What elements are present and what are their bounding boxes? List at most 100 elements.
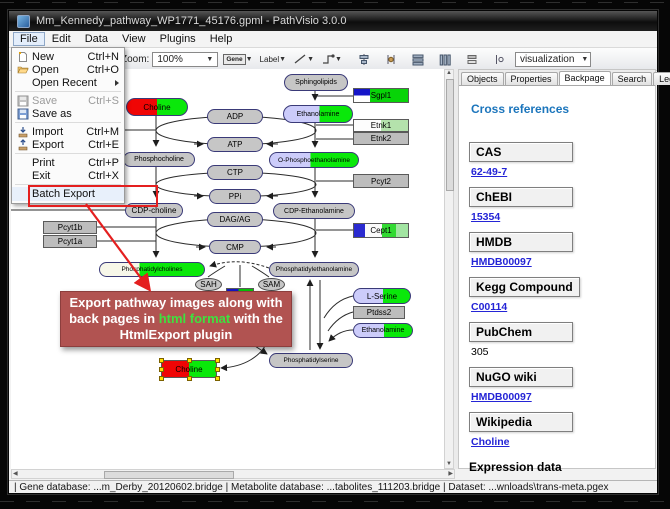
pathway-node-choline[interactable]: Choline bbox=[126, 98, 188, 116]
pathway-node-ptdss2[interactable]: Ptdss2 bbox=[353, 306, 405, 319]
tab-backpage[interactable]: Backpage bbox=[559, 71, 611, 85]
xref-source-label: PubChem bbox=[469, 322, 573, 342]
node-label: ATP bbox=[228, 140, 243, 149]
pathway-node-cmp[interactable]: CMP bbox=[209, 240, 261, 254]
selection-handle[interactable] bbox=[159, 358, 164, 363]
file-menu-item-save[interactable]: SaveCtrl+S bbox=[12, 94, 124, 107]
saveas-icon bbox=[15, 108, 30, 120]
menu-view[interactable]: View bbox=[115, 32, 153, 46]
xref-link[interactable]: HMDB00097 bbox=[471, 256, 645, 268]
menu-item-label: Exit bbox=[30, 170, 50, 182]
vertical-scroll-thumb[interactable] bbox=[446, 79, 454, 191]
menu-item-label: Save as bbox=[30, 108, 72, 120]
stack-columns-icon bbox=[438, 53, 452, 66]
submenu-arrow-icon bbox=[115, 80, 119, 86]
file-menu-item-new[interactable]: NewCtrl+N bbox=[12, 50, 124, 63]
xref-link[interactable]: Choline bbox=[471, 436, 645, 448]
file-menu-item-print[interactable]: PrintCtrl+P bbox=[12, 156, 124, 169]
tab-objects[interactable]: Objects bbox=[461, 72, 504, 85]
menu-edit[interactable]: Edit bbox=[45, 32, 78, 46]
zoom-combobox[interactable]: 100%▼ bbox=[152, 52, 218, 67]
stack-columns-button[interactable] bbox=[436, 51, 454, 68]
file-menu-item-export[interactable]: ExportCtrl+E bbox=[12, 138, 124, 151]
pathway-node-cdp-choline[interactable]: CDP-choline bbox=[125, 203, 183, 218]
file-menu-item-import[interactable]: ImportCtrl+M bbox=[12, 125, 124, 138]
file-menu-item-open-recent[interactable]: Open Recent bbox=[12, 76, 124, 89]
bracket-button[interactable] bbox=[490, 51, 508, 68]
connector-icon bbox=[321, 53, 335, 65]
menu-data[interactable]: Data bbox=[78, 32, 115, 46]
scroll-left-icon[interactable]: ◀ bbox=[13, 471, 18, 478]
pathway-node-choline[interactable]: Choline bbox=[161, 360, 217, 378]
pathway-node-phosphatidylcholines[interactable]: Phosphatidylcholines bbox=[99, 262, 205, 277]
align-stack-button[interactable] bbox=[463, 51, 481, 68]
pathway-node-sam[interactable]: SAM bbox=[258, 278, 285, 291]
selection-handle[interactable] bbox=[187, 376, 192, 381]
xref-link[interactable]: 15354 bbox=[471, 211, 645, 223]
tab-properties[interactable]: Properties bbox=[505, 72, 558, 85]
file-menu-item-save-as[interactable]: Save as bbox=[12, 107, 124, 120]
connector-tool-button[interactable]: ▼ bbox=[319, 51, 344, 68]
align-center-button[interactable] bbox=[355, 51, 373, 68]
pathway-node-l-serine[interactable]: L-Serine bbox=[353, 288, 411, 304]
xref-link[interactable]: C00114 bbox=[471, 301, 645, 313]
selection-handle[interactable] bbox=[159, 376, 164, 381]
node-label: Phosphatidylethanolamine bbox=[276, 266, 352, 273]
gene-tool-button[interactable]: Gene▼ bbox=[221, 51, 254, 68]
save-icon bbox=[15, 95, 30, 107]
canvas-horizontal-scrollbar[interactable]: ◀ ▶ bbox=[11, 469, 455, 479]
pathway-node-cdp-ethanolamine[interactable]: CDP-Ethanolamine bbox=[273, 203, 355, 219]
xref-link[interactable]: HMDB00097 bbox=[471, 391, 645, 403]
pathway-node-sah[interactable]: SAH bbox=[195, 278, 222, 291]
menu-plugins[interactable]: Plugins bbox=[153, 32, 203, 46]
pathway-node-ppi[interactable]: PPi bbox=[209, 189, 261, 204]
pathway-node-o-phosphoethanolamine[interactable]: O-Phosphoethanolamine bbox=[269, 152, 359, 168]
scroll-down-icon[interactable]: ▼ bbox=[446, 461, 452, 468]
line-tool-button[interactable]: ▼ bbox=[291, 51, 316, 68]
node-label: DAG/AG bbox=[219, 215, 250, 224]
selection-handle[interactable] bbox=[215, 367, 220, 372]
file-menu-item-exit[interactable]: ExitCtrl+X bbox=[12, 169, 124, 182]
selection-handle[interactable] bbox=[215, 358, 220, 363]
tab-search[interactable]: Search bbox=[612, 72, 653, 85]
label-tool-button[interactable]: Label▼ bbox=[258, 51, 289, 68]
tab-legend[interactable]: Legend bbox=[653, 72, 670, 85]
visualization-combobox[interactable]: visualization▼ bbox=[515, 52, 591, 67]
pathway-node-atp[interactable]: ATP bbox=[207, 137, 263, 152]
pathway-node-adp[interactable]: ADP bbox=[207, 109, 263, 124]
pathway-node-ethanolamine[interactable]: Ethanolamine bbox=[283, 105, 353, 123]
pathway-node-sgpl1[interactable]: Sgpl1 bbox=[353, 88, 409, 103]
pathway-node-dag-ag[interactable]: DAG/AG bbox=[207, 212, 263, 227]
selection-handle[interactable] bbox=[215, 376, 220, 381]
pathway-node-etnk1[interactable]: Etnk1 bbox=[353, 119, 409, 132]
pathway-node-phosphocholine[interactable]: Phosphocholine bbox=[123, 152, 195, 167]
file-menu-item-open[interactable]: OpenCtrl+O bbox=[12, 63, 124, 76]
pathway-node-phosphatidylethanolamine[interactable]: Phosphatidylethanolamine bbox=[269, 262, 359, 277]
horizontal-scroll-thumb[interactable] bbox=[104, 471, 234, 479]
selection-handle[interactable] bbox=[187, 358, 192, 363]
pathway-node-sphingolipids[interactable]: Sphingolipids bbox=[284, 74, 348, 91]
selection-handle[interactable] bbox=[159, 367, 164, 372]
canvas-vertical-scrollbar[interactable]: ▲ ▼ bbox=[444, 69, 454, 469]
title-bar[interactable]: Mm_Kennedy_pathway_WP1771_45176.gpml - P… bbox=[9, 11, 657, 31]
menu-separator bbox=[15, 153, 121, 154]
pathway-node-ethanolamine[interactable]: Ethanolamine bbox=[353, 323, 413, 338]
xref-section-pubchem: PubChem305 bbox=[469, 322, 645, 358]
pathway-node-pcyt2[interactable]: Pcyt2 bbox=[353, 174, 409, 188]
scroll-up-icon[interactable]: ▲ bbox=[446, 70, 452, 77]
menu-bar: FileEditDataViewPluginsHelp bbox=[9, 31, 657, 48]
file-menu-item-batch-export[interactable]: Batch Export bbox=[12, 187, 124, 201]
align-edges-button[interactable] bbox=[382, 51, 400, 68]
pathway-node-ctp[interactable]: CTP bbox=[207, 165, 263, 180]
pathway-node-pcyt1a[interactable]: Pcyt1a bbox=[43, 235, 97, 248]
pathway-node-pcyt1b[interactable]: Pcyt1b bbox=[43, 221, 97, 234]
menu-help[interactable]: Help bbox=[203, 32, 240, 46]
xref-link[interactable]: 62-49-7 bbox=[471, 166, 645, 178]
xref-source-label: HMDB bbox=[469, 232, 573, 252]
pathway-node-phosphatidylserine[interactable]: Phosphatidylserine bbox=[269, 353, 353, 368]
pathway-node-etnk2[interactable]: Etnk2 bbox=[353, 132, 409, 145]
scroll-right-icon[interactable]: ▶ bbox=[448, 471, 453, 478]
stack-rows-button[interactable] bbox=[409, 51, 427, 68]
menu-file[interactable]: File bbox=[13, 32, 45, 46]
pathway-node-cept1[interactable]: Cept1 bbox=[353, 223, 409, 238]
